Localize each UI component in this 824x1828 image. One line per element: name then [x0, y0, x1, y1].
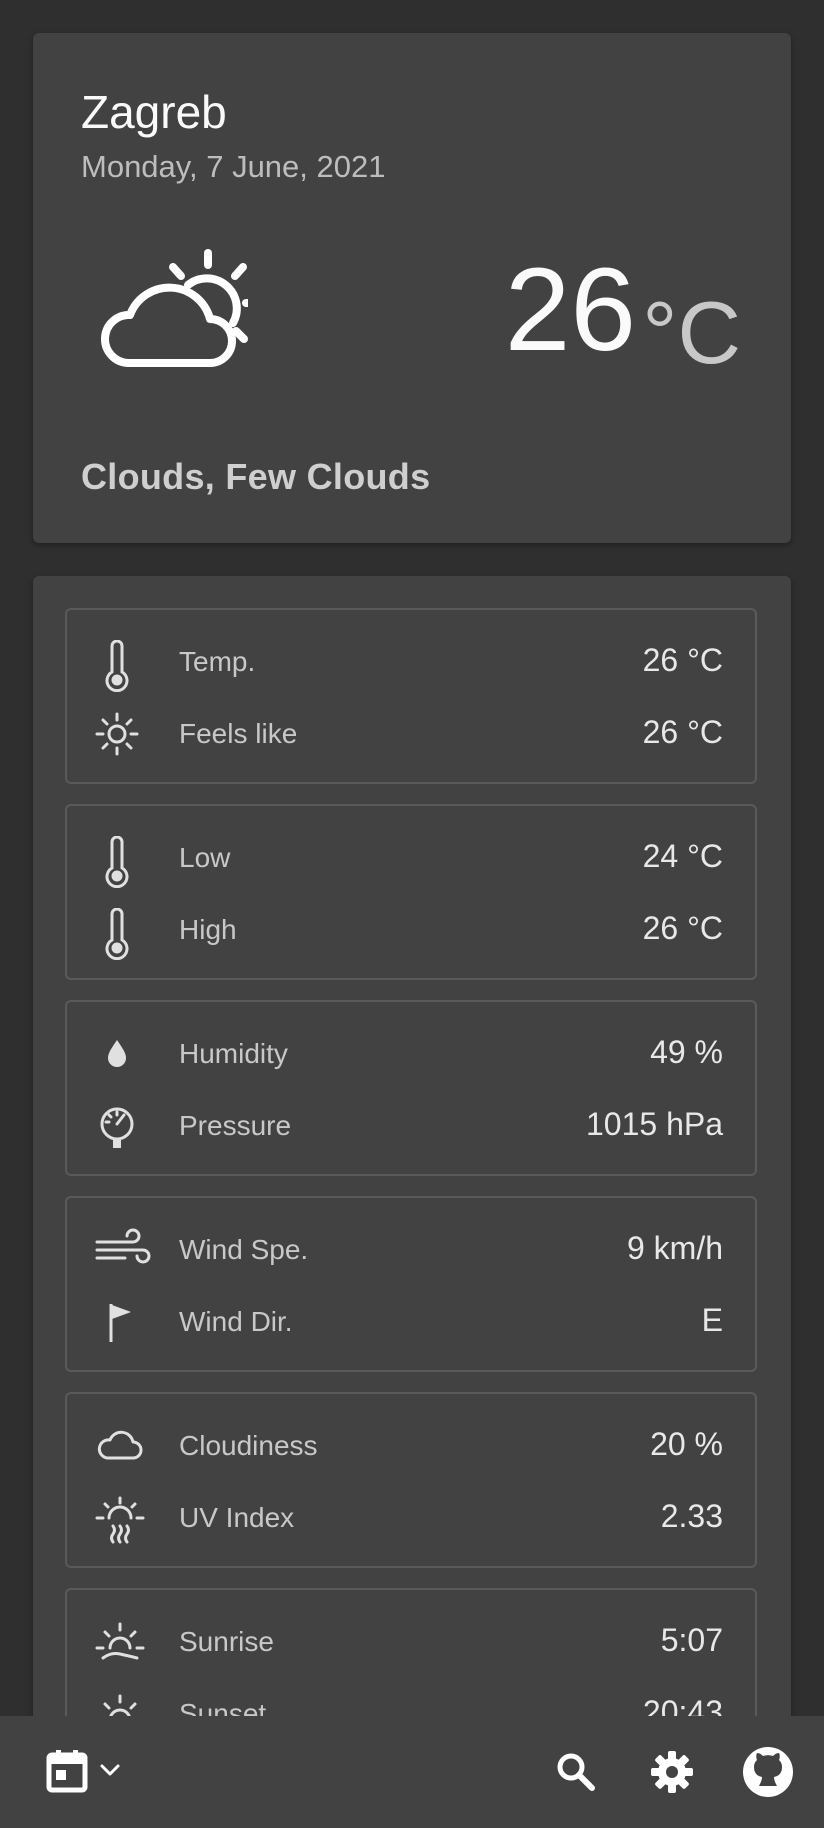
detail-value: 1015 hPa: [585, 1106, 723, 1142]
weather-details-card: Temp. 26 °C Feels like 26 °C Low 24 °C H…: [33, 576, 791, 1716]
detail-label: Wind Dir.: [179, 1306, 293, 1337]
detail-row-cloudiness: Cloudiness 20 %: [67, 1416, 755, 1476]
detail-row-sunset: Sunset 20:43: [67, 1684, 755, 1716]
detail-label: Sunrise: [179, 1626, 274, 1657]
details-group-wind: Wind Spe. 9 km/h Wind Dir. E: [65, 1196, 757, 1372]
sunset-icon: [95, 1692, 139, 1716]
detail-value: 26 °C: [642, 714, 723, 750]
detail-value: 5:07: [660, 1622, 723, 1658]
sun-icon: [95, 712, 139, 756]
detail-label: Sunset: [179, 1698, 267, 1716]
detail-value: 9 km/h: [626, 1230, 723, 1266]
detail-label: Feels like: [179, 718, 298, 749]
detail-label: Pressure: [179, 1110, 292, 1141]
calendar-icon: [46, 1748, 88, 1799]
details-group-temperature: Temp. 26 °C Feels like 26 °C: [65, 608, 757, 784]
content-scroll-area[interactable]: Zagreb Monday, 7 June, 2021 26 °C Clouds…: [0, 0, 824, 1716]
current-date: Monday, 7 June, 2021: [81, 149, 386, 184]
detail-row-uv-index: UV Index 2.33: [67, 1488, 755, 1548]
weather-condition: Clouds, Few Clouds: [81, 456, 431, 497]
github-link[interactable]: [740, 1744, 796, 1800]
date-picker-button[interactable]: [40, 1744, 130, 1800]
detail-value: 24 °C: [642, 838, 723, 874]
wind-icon: [95, 1228, 151, 1272]
detail-label: Wind Spe.: [179, 1234, 309, 1265]
detail-label: High: [179, 914, 237, 945]
chevron-down-icon: [98, 1758, 122, 1787]
sunrise-icon: [95, 1620, 145, 1664]
thermometer-icon: [95, 835, 139, 889]
detail-value: 2.33: [660, 1498, 723, 1534]
partly-cloudy-icon: [78, 243, 262, 378]
detail-row-low: Low 24 °C: [67, 828, 755, 889]
detail-value: 26 °C: [642, 910, 723, 946]
current-weather-card: Zagreb Monday, 7 June, 2021 26 °C Clouds…: [33, 33, 791, 543]
search-icon: [554, 1750, 598, 1799]
detail-row-sunrise: Sunrise 5:07: [67, 1612, 755, 1672]
details-group-sun: Sunrise 5:07 Sunset 20:43: [65, 1588, 757, 1716]
flag-icon: [95, 1300, 139, 1344]
detail-row-wind-direction: Wind Dir. E: [67, 1292, 755, 1352]
detail-label: Humidity: [179, 1038, 288, 1069]
temperature-unit: °C: [642, 283, 741, 382]
uv-heat-icon: [95, 1496, 145, 1544]
raindrop-icon: [95, 1032, 139, 1076]
detail-row-wind-speed: Wind Spe. 9 km/h: [67, 1220, 755, 1280]
detail-row-feels-like: Feels like 26 °C: [67, 704, 755, 764]
detail-row-pressure: Pressure 1015 hPa: [67, 1096, 755, 1156]
detail-value: 20:43: [642, 1694, 723, 1716]
detail-row-high: High 26 °C: [67, 900, 755, 961]
detail-label: Low: [179, 842, 231, 873]
detail-label: Temp.: [179, 646, 256, 677]
detail-label: Cloudiness: [179, 1430, 318, 1461]
gear-icon: [648, 1748, 696, 1801]
cloud-icon: [95, 1424, 143, 1468]
bottom-app-bar: [0, 1716, 824, 1828]
city-name: Zagreb: [81, 86, 227, 138]
gauge-icon: [95, 1104, 139, 1148]
github-icon: [742, 1746, 794, 1803]
current-temperature: 26: [504, 244, 636, 376]
detail-value: E: [701, 1302, 723, 1338]
search-button[interactable]: [548, 1744, 604, 1800]
settings-button[interactable]: [644, 1744, 700, 1800]
details-group-humidity-pressure: Humidity 49 % Pressure 1015 hPa: [65, 1000, 757, 1176]
details-group-clouds-uv: Cloudiness 20 % UV Index 2.33: [65, 1392, 757, 1568]
details-group-low-high: Low 24 °C High 26 °C: [65, 804, 757, 980]
thermometer-icon: [95, 907, 139, 961]
thermometer-icon: [95, 639, 139, 693]
detail-row-temp: Temp. 26 °C: [67, 632, 755, 693]
detail-row-humidity: Humidity 49 %: [67, 1024, 755, 1084]
detail-value: 49 %: [650, 1034, 723, 1070]
detail-label: UV Index: [179, 1502, 295, 1533]
detail-value: 20 %: [650, 1426, 723, 1462]
detail-value: 26 °C: [642, 642, 723, 678]
